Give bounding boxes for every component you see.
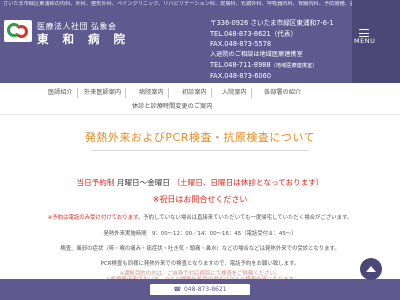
- address: 〒336-0926 さいたま市緑区東浦和7-6-1: [210, 19, 334, 27]
- nav-admission[interactable]: 入院案内: [218, 88, 252, 98]
- liaison-tel-row[interactable]: TEL.048-711-8988（地域医療連携室）: [210, 60, 352, 71]
- menu-label: MENU: [354, 37, 376, 45]
- pcr-note: PCR検査も同様に発熱外来での検査となりますので、電話予約をお願い致します。: [100, 261, 300, 267]
- call-button[interactable]: ☎ 048-873-8621: [150, 284, 250, 295]
- nav-row-1: 医師紹介 外来医師案内 病院案内 初診案内 入院案内 各部署の紹介: [0, 86, 400, 100]
- nav-outpatient-doctors[interactable]: 外来医師案内: [80, 88, 127, 98]
- reception-hours: 当日予約制 月曜日～金曜日 （土曜日、日曜日は休診となっております）: [0, 177, 400, 188]
- nav-hospital-guide[interactable]: 病院案内: [135, 88, 169, 98]
- liaison-fax: FAX.048-873-6060: [210, 71, 272, 80]
- main-tel[interactable]: TEL.048-873-8621（代表）: [210, 29, 352, 40]
- hospital-name[interactable]: 東 和 病 院: [37, 31, 130, 47]
- notice-phone-only: ※予約は電話のみ受け付けております。: [47, 215, 144, 221]
- logo-red-ring-icon: [15, 25, 28, 38]
- arrow-up-icon: [366, 266, 376, 272]
- nav-closure-notice[interactable]: 休診と診療時間変更のご案内: [128, 102, 216, 112]
- site-header: さいたま市緑区東浦和の内科、外科、整形外科、ペインクリニック、リハビリテーション…: [0, 0, 400, 83]
- main-nav: 医師紹介 外来医師案内 病院案内 初診案内 入院案内 各部署の紹介 休診と診療時…: [0, 83, 400, 115]
- nav-row-2: 休診と診療時間変更のご案内: [0, 100, 400, 114]
- hamburger-icon: [359, 29, 369, 37]
- notice-rest: 予約していない場合は直接来ていただいても一度帰宅していただく場合がございます。: [143, 215, 353, 221]
- fever-clinic-hours: 発熱外来実施時間 9：00～12：00／14：00～16：45（電話受付８：45…: [103, 231, 297, 237]
- holiday-inquiry: ※祝日はお問合せください: [152, 195, 248, 204]
- call-number: 048-873-8621: [183, 286, 227, 293]
- symptoms-note: 検査、風邪の症状（咳・喉の痛み・痰症状・吐き気・頭痛・鼻水）などの場合などは発熱…: [60, 246, 340, 252]
- nav-first-visit[interactable]: 初診案内: [178, 88, 212, 98]
- scroll-to-top-button[interactable]: [360, 258, 382, 280]
- admission-note: 入退院のご相談は地域医療連携室: [210, 50, 303, 58]
- liaison-tel-note: （地域医療連携室）: [270, 63, 318, 69]
- nav-departments[interactable]: 各部署の紹介: [260, 88, 305, 98]
- main-fax: FAX.048-873-5578: [210, 40, 272, 48]
- contact-info: 〒336-0926 さいたま市緑区東浦和7-6-1 TEL.048-873-86…: [210, 18, 352, 81]
- hours-closed: （土曜日、日曜日は休診となっております）: [172, 178, 324, 187]
- hospital-logo[interactable]: [4, 20, 32, 42]
- page-title: 発熱外来およびPCR検査・抗原検査について: [84, 131, 316, 144]
- hours-days: 月曜日～金曜日: [116, 178, 171, 187]
- hours-prefix: 当日予約制: [76, 178, 115, 187]
- menu-button[interactable]: MENU: [352, 0, 400, 83]
- reservation-notice: ※予約は電話のみ受け付けております。予約していない場合は直接来ていただいても一度…: [0, 213, 400, 221]
- title-divider: [91, 150, 309, 151]
- nav-doctors[interactable]: 医師紹介: [44, 88, 78, 98]
- header-tagline: さいたま市緑区東浦和の内科、外科、整形外科、ペインクリニック、リハビリテーション…: [3, 1, 397, 7]
- liaison-tel[interactable]: TEL.048-711-8988: [210, 61, 271, 69]
- phone-icon: ☎: [173, 286, 181, 293]
